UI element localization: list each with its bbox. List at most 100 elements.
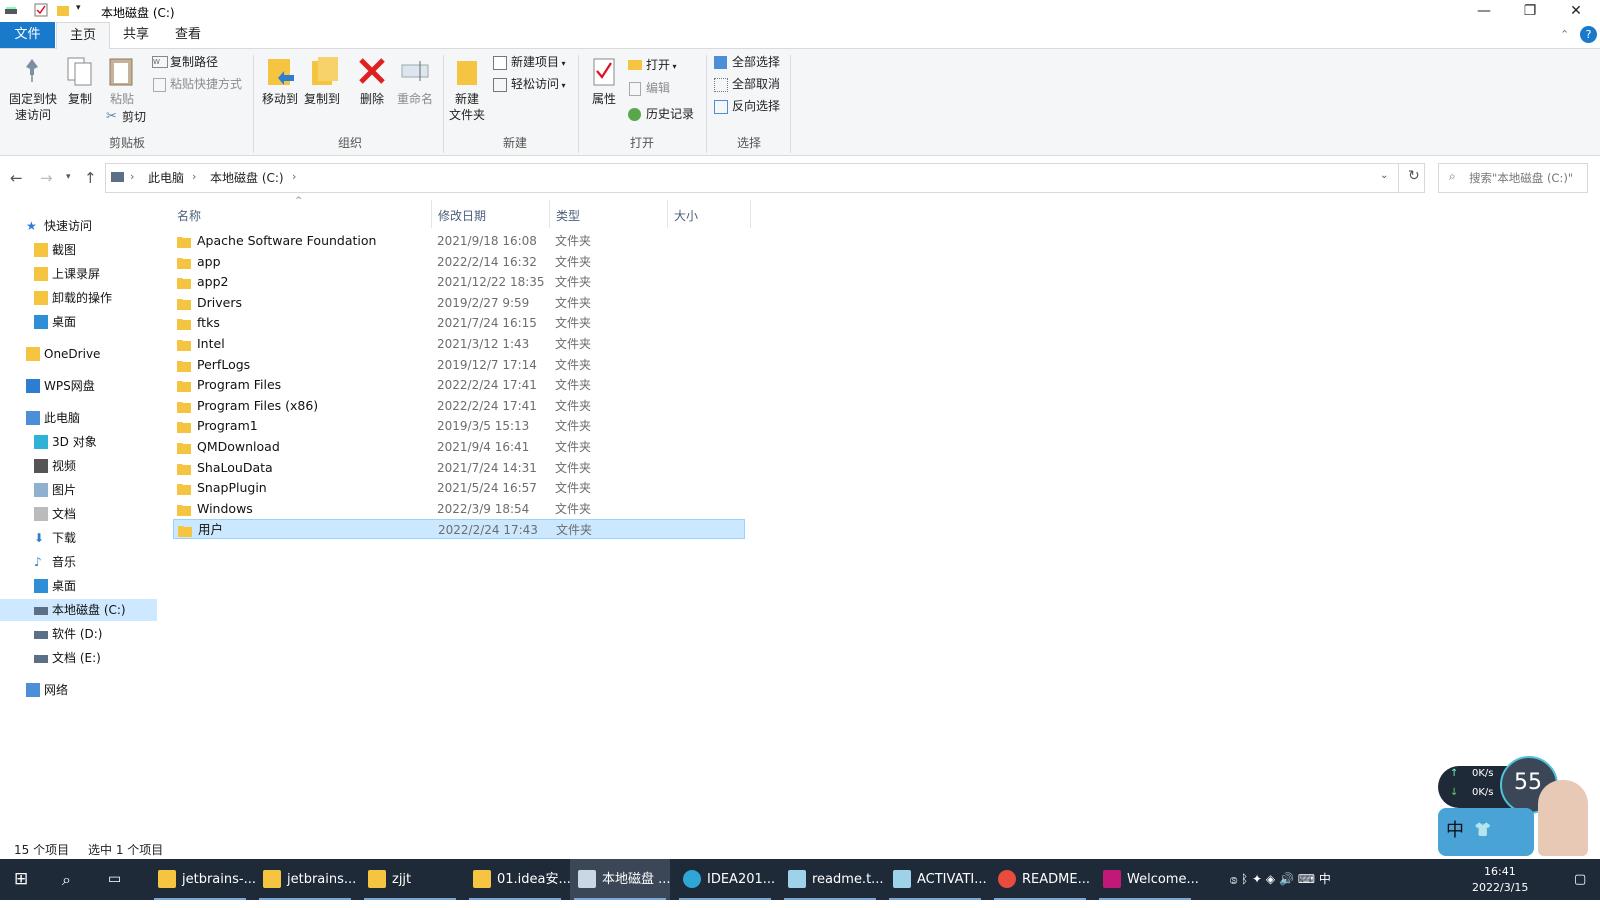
taskbar-app[interactable]: readme.t...	[780, 859, 884, 900]
network-speed-widget[interactable]: ↑ 0K/s ↓ 0K/s 55 中 👕	[1438, 756, 1598, 859]
move-to-button[interactable]: 移动到	[260, 91, 300, 107]
nav-item[interactable]: 软件 (D:)	[0, 623, 157, 645]
notification-icon[interactable]: ▢	[1574, 859, 1586, 900]
file-row[interactable]: app 2022/2/14 16:32 文件夹	[173, 252, 745, 272]
edit-button[interactable]: 编辑	[628, 78, 670, 98]
properties-quick-icon[interactable]	[34, 3, 48, 17]
nav-item[interactable]: 视频	[0, 455, 157, 477]
column-divider[interactable]	[431, 200, 432, 228]
invert-selection-button[interactable]: 反向选择	[714, 96, 780, 116]
taskbar-app[interactable]: IDEA201...	[675, 859, 775, 900]
taskbar-app[interactable]: Welcome...	[1095, 859, 1199, 900]
nav-item[interactable]: 本地磁盘 (C:)	[0, 599, 157, 621]
copy-to-button[interactable]: 复制到	[302, 91, 342, 107]
file-row[interactable]: Intel 2021/3/12 1:43 文件夹	[173, 334, 745, 354]
back-arrow-icon[interactable]: ←	[10, 169, 23, 187]
column-type[interactable]: 类型	[556, 206, 580, 226]
taskbar-app[interactable]: zjjt	[360, 859, 460, 900]
nav-item[interactable]: 文档	[0, 503, 157, 525]
file-row[interactable]: Drivers 2019/2/27 9:59 文件夹	[173, 293, 745, 313]
taskbar-app[interactable]: jetbrains-...	[150, 859, 256, 900]
file-row[interactable]: SnapPlugin 2021/5/24 16:57 文件夹	[173, 478, 745, 498]
refresh-icon[interactable]: ↻	[1408, 168, 1420, 184]
nav-item[interactable]: ⬇ 下载	[0, 527, 157, 549]
open-button[interactable]: 打开 ▾	[628, 55, 677, 75]
file-row[interactable]: Windows 2022/3/9 18:54 文件夹	[173, 499, 745, 519]
up-arrow-icon[interactable]: ↑	[84, 169, 97, 187]
paste-shortcut-button[interactable]: 粘贴快捷方式	[152, 74, 242, 94]
select-none-button[interactable]: 全部取消	[714, 74, 780, 94]
breadcrumb-drive-c[interactable]: 本地磁盘 (C:)	[210, 169, 284, 186]
cut-button[interactable]: ✂ 剪切	[104, 107, 146, 127]
paste-button[interactable]: 粘贴	[104, 91, 140, 107]
restore-button[interactable]: ❐	[1507, 0, 1553, 22]
minimize-button[interactable]: —	[1461, 0, 1507, 22]
copy-button[interactable]: 复制	[62, 91, 98, 107]
new-item-button[interactable]: 新建项目 ▾	[493, 52, 566, 72]
column-divider[interactable]	[667, 200, 668, 228]
nav-item[interactable]: 桌面	[0, 575, 157, 597]
copy-path-button[interactable]: W 复制路径	[152, 52, 218, 72]
column-divider[interactable]	[549, 200, 550, 228]
column-size[interactable]: 大小	[674, 206, 698, 226]
select-all-button[interactable]: 全部选择	[714, 52, 780, 72]
column-divider[interactable]	[750, 200, 751, 228]
task-view-icon[interactable]: ▭	[108, 859, 121, 900]
taskbar-app[interactable]: 01.idea安...	[465, 859, 571, 900]
collapse-ribbon-icon[interactable]: ⌃	[1560, 28, 1569, 41]
file-row[interactable]: Program Files 2022/2/24 17:41 文件夹	[173, 375, 745, 395]
easy-access-button[interactable]: 轻松访问 ▾	[493, 74, 566, 94]
nav-item[interactable]: 截图	[0, 239, 157, 261]
help-icon[interactable]: ?	[1580, 26, 1597, 43]
tab-file[interactable]: 文件	[0, 22, 55, 48]
file-row[interactable]: app2 2021/12/22 18:35 文件夹	[173, 272, 745, 292]
column-name[interactable]: 名称	[177, 206, 201, 226]
column-date-modified[interactable]: 修改日期	[438, 206, 486, 226]
chevron-down-icon[interactable]: ▾	[76, 3, 90, 17]
ime-panel[interactable]: 中 👕	[1438, 808, 1534, 856]
nav-item[interactable]: WPS网盘	[0, 375, 157, 397]
nav-item[interactable]: 此电脑	[0, 407, 157, 429]
start-button[interactable]: ⊞	[14, 859, 28, 900]
history-button[interactable]: 历史记录	[628, 104, 694, 124]
properties-button[interactable]: 属性	[586, 91, 622, 107]
nav-item[interactable]: 3D 对象	[0, 431, 157, 453]
nav-item[interactable]: 网络	[0, 679, 157, 701]
taskbar-app[interactable]: ACTIVATI...	[885, 859, 987, 900]
pin-quick-access-button[interactable]: 固定到快 速访问	[4, 91, 62, 123]
file-row[interactable]: Program Files (x86) 2022/2/24 17:41 文件夹	[173, 396, 745, 416]
delete-button[interactable]: 删除	[352, 91, 392, 107]
nav-item[interactable]: ♪ 音乐	[0, 551, 157, 573]
nav-item[interactable]: ★ 快速访问	[0, 215, 157, 237]
file-row[interactable]: Program1 2019/3/5 15:13 文件夹	[173, 416, 745, 436]
search-icon[interactable]: ⌕	[62, 859, 71, 900]
nav-item[interactable]: 卸载的操作	[0, 287, 157, 309]
taskbar-app[interactable]: 本地磁盘 ...	[570, 859, 671, 900]
tray-icons[interactable]: Ⓢ ᛒ ✦ ◈ 🔊 ⌨ 中	[1230, 859, 1331, 900]
search-box[interactable]: ⌕ 搜索"本地磁盘 (C:)"	[1438, 163, 1588, 193]
nav-item[interactable]: OneDrive	[0, 343, 157, 365]
breadcrumb-this-pc[interactable]: 此电脑	[148, 169, 184, 186]
forward-arrow-icon[interactable]: →	[40, 169, 53, 187]
tab-share[interactable]: 共享	[110, 22, 162, 48]
file-row[interactable]: ftks 2021/7/24 16:15 文件夹	[173, 313, 745, 333]
file-row[interactable]: 用户 2022/2/24 17:43 文件夹	[173, 519, 745, 540]
file-row[interactable]: QMDownload 2021/9/4 16:41 文件夹	[173, 437, 745, 457]
nav-item[interactable]: 桌面	[0, 311, 157, 333]
recent-locations-icon[interactable]: ▾	[66, 172, 71, 182]
file-row[interactable]: PerfLogs 2019/12/7 17:14 文件夹	[173, 355, 745, 375]
rename-button[interactable]: 重命名	[394, 91, 436, 107]
file-row[interactable]: ShaLouData 2021/7/24 14:31 文件夹	[173, 458, 745, 478]
tab-view[interactable]: 查看	[162, 22, 214, 48]
taskbar-app[interactable]: README...	[990, 859, 1090, 900]
nav-item[interactable]: 上课录屏	[0, 263, 157, 285]
nav-item[interactable]: 图片	[0, 479, 157, 501]
close-button[interactable]: ✕	[1553, 0, 1599, 22]
taskbar-app[interactable]: jetbrains...	[255, 859, 356, 900]
address-bar[interactable]: › 此电脑 › 本地磁盘 (C:) › ⌄ ↻	[105, 163, 1425, 193]
new-folder-quick-icon[interactable]	[56, 3, 70, 17]
chevron-down-icon[interactable]: ⌄	[1380, 170, 1388, 181]
file-row[interactable]: Apache Software Foundation 2021/9/18 16:0…	[173, 231, 745, 251]
tab-home[interactable]: 主页	[56, 22, 110, 50]
clock-date[interactable]: 2022/3/15	[1472, 867, 1528, 908]
